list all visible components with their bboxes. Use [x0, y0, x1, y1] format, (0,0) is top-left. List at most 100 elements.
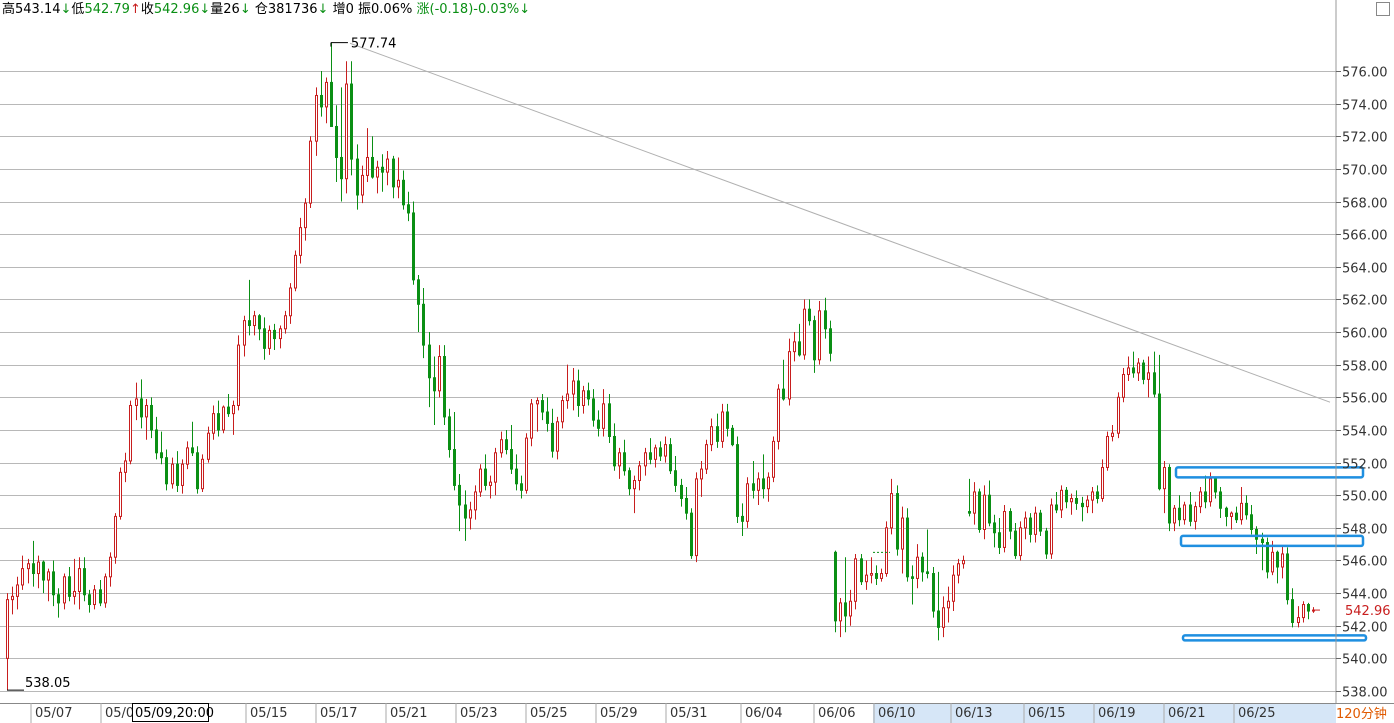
price-tick-label: 554.00: [1342, 425, 1388, 440]
candle-body: [844, 602, 847, 617]
price-tick-label: 562.00: [1342, 294, 1388, 309]
candle-body: [1271, 551, 1274, 573]
candle-body: [659, 447, 662, 457]
candle-body: [119, 471, 122, 517]
candle-body: [1194, 506, 1197, 522]
candle-body: [73, 590, 76, 597]
candle-body: [1096, 491, 1099, 499]
max-price-annotation: 577.74: [351, 37, 397, 52]
candle-body: [906, 517, 909, 578]
time-tick-label: 05/17: [320, 706, 357, 721]
price-tick-label: 564.00: [1342, 262, 1388, 277]
candle-body: [1153, 372, 1156, 395]
candle-body: [438, 356, 441, 392]
candle-body: [57, 594, 60, 604]
candle-body: [155, 429, 158, 454]
candle-body: [325, 81, 328, 108]
candle-body: [1230, 512, 1233, 517]
trendline: [349, 42, 1331, 403]
candle-body: [392, 158, 395, 188]
candle-body: [710, 426, 713, 446]
time-tick-label: 06/10: [878, 706, 915, 721]
candle-body: [602, 403, 605, 429]
candle-body: [207, 432, 210, 460]
candle-body: [93, 589, 96, 606]
price-tick-label: 566.00: [1342, 229, 1388, 244]
candle-body: [628, 470, 631, 490]
candle-body: [752, 483, 755, 491]
candle-body: [243, 320, 246, 346]
time-tick-label: 06/25: [1238, 706, 1275, 721]
candle-body: [484, 468, 487, 486]
candle-body: [921, 556, 924, 573]
candle-body: [1250, 514, 1253, 530]
candle-body: [587, 390, 590, 400]
candle-body: [1183, 504, 1186, 521]
candle-body: [1086, 499, 1089, 508]
candle-body: [947, 600, 950, 609]
candle-body: [741, 515, 744, 522]
price-tick-label: 548.00: [1342, 523, 1388, 538]
candle-body: [680, 484, 683, 499]
candle-body: [978, 491, 981, 530]
candle-body: [613, 435, 616, 467]
price-tick-label: 556.00: [1342, 392, 1388, 407]
candle-body: [566, 393, 569, 402]
candle-body: [685, 497, 688, 514]
candle-body: [469, 509, 472, 519]
candle-body: [52, 571, 55, 596]
candle-body: [782, 388, 785, 400]
candle-body: [453, 449, 456, 486]
candle-body: [556, 421, 559, 452]
candle-body: [1286, 553, 1289, 601]
candle-body: [433, 377, 436, 392]
price-zone-box: [1174, 466, 1365, 479]
candle-body: [304, 202, 307, 229]
time-tick-label: 05/23: [460, 706, 497, 721]
candle-body: [1029, 517, 1032, 535]
candle-body: [32, 563, 35, 575]
candle-body: [1132, 367, 1135, 374]
candle-body: [1111, 432, 1114, 437]
candle-body: [335, 125, 338, 158]
time-tick-label: 06/04: [745, 706, 782, 721]
candle-body: [428, 344, 431, 379]
candle-body: [618, 452, 621, 467]
candle-body: [937, 610, 940, 628]
candle-body: [695, 478, 698, 557]
candle-body: [1173, 507, 1176, 524]
candle-body: [273, 329, 276, 340]
candle-body: [983, 494, 986, 530]
candle-body: [114, 515, 117, 558]
candle-body: [464, 504, 467, 519]
time-tick-label: 06/15: [1028, 706, 1065, 721]
candlestick-chart[interactable]: 576.00 574.00 572.00 570.00 568.00 566.00 564.…: [0, 0, 1394, 723]
candle-body: [880, 573, 883, 579]
candle-body: [638, 465, 641, 482]
candle-body: [1142, 362, 1145, 380]
candle-body: [402, 179, 405, 206]
price-tick-label: 542.00: [1342, 621, 1388, 636]
candle-body: [217, 413, 220, 431]
candle-body: [1024, 517, 1027, 529]
candle-body: [63, 576, 66, 604]
candle-body: [371, 156, 374, 178]
candle-body: [1065, 489, 1068, 503]
candle-body: [1075, 497, 1078, 504]
candle-body: [294, 254, 297, 289]
candle-body: [649, 452, 652, 460]
candle-body: [309, 140, 312, 204]
candle-body: [1137, 362, 1140, 374]
candle-body: [340, 156, 343, 180]
min-price-annotation: 538.05: [25, 676, 71, 691]
period-label: 120分钟: [1336, 706, 1387, 722]
candle-body: [345, 83, 348, 180]
last-price-label: 542.96: [1345, 604, 1391, 619]
candle-body: [993, 522, 996, 534]
candle-body: [21, 568, 24, 586]
candle-body: [968, 511, 971, 514]
time-tick-label: 06/21: [1168, 706, 1205, 721]
candle-body: [824, 310, 827, 330]
candle-body: [515, 468, 518, 485]
candle-body: [916, 556, 919, 579]
